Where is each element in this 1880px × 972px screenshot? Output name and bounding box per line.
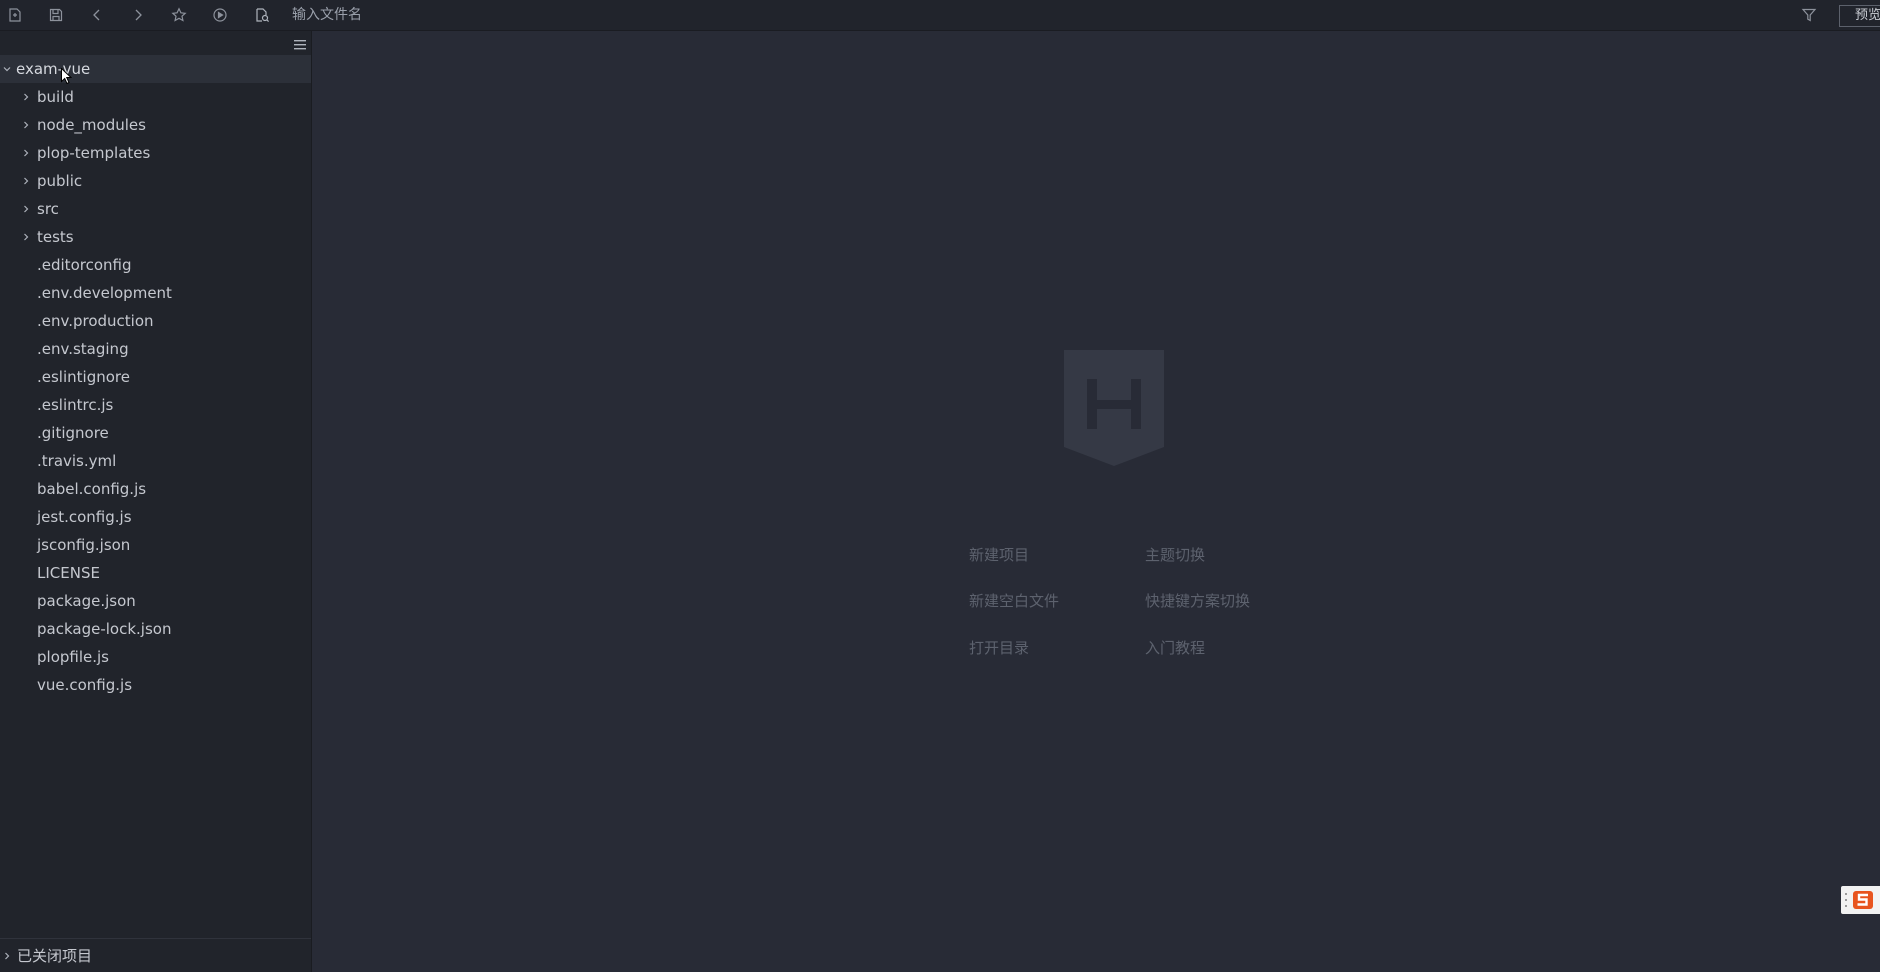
tree-file[interactable]: .env.development: [0, 279, 311, 307]
tree-label: public: [37, 172, 83, 190]
preview-button[interactable]: 预览: [1839, 5, 1880, 27]
tree-label: .editorconfig: [37, 256, 132, 274]
tree-file[interactable]: package-lock.json: [0, 615, 311, 643]
theme-switch-link[interactable]: 主题切换: [1145, 544, 1205, 565]
tree-file[interactable]: .env.production: [0, 307, 311, 335]
tree-label: LICENSE: [37, 564, 100, 582]
tree-label: .travis.yml: [37, 452, 117, 470]
chevron-right-icon[interactable]: [20, 83, 32, 111]
tree-label: tests: [37, 228, 74, 246]
tree-label: .gitignore: [37, 424, 109, 442]
tree-label: plopfile.js: [37, 648, 109, 666]
input-method-icon[interactable]: [1841, 886, 1880, 914]
tree-label: package-lock.json: [37, 620, 172, 638]
tree-file[interactable]: .gitignore: [0, 419, 311, 447]
filter-icon[interactable]: [1797, 3, 1821, 27]
tree-label: plop-templates: [37, 144, 151, 162]
chevron-right-icon[interactable]: [20, 111, 32, 139]
tree-file[interactable]: .editorconfig: [0, 251, 311, 279]
tree-file[interactable]: vue.config.js: [0, 671, 311, 699]
tree-label: .env.staging: [37, 340, 129, 358]
new-project-link[interactable]: 新建项目: [969, 544, 1029, 565]
editor-window: 预览 exam-vue bu: [0, 0, 1880, 972]
chevron-right-icon[interactable]: [20, 195, 32, 223]
tree-folder[interactable]: tests: [0, 223, 311, 251]
tree-label: jsconfig.json: [37, 536, 131, 554]
tree-folder[interactable]: node_modules: [0, 111, 311, 139]
project-sidebar: exam-vue build node_modules plop-templat…: [0, 31, 312, 972]
tree-file[interactable]: LICENSE: [0, 559, 311, 587]
tree-label: .eslintrc.js: [37, 396, 114, 414]
chevron-right-icon[interactable]: [1, 939, 13, 972]
chevron-right-icon[interactable]: [20, 139, 32, 167]
tree-file[interactable]: jsconfig.json: [0, 531, 311, 559]
forward-icon[interactable]: [126, 3, 150, 27]
tree-folder[interactable]: plop-templates: [0, 139, 311, 167]
save-icon[interactable]: [44, 3, 68, 27]
tree-label: vue.config.js: [37, 676, 133, 694]
filename-input[interactable]: [284, 4, 1800, 26]
chevron-down-icon[interactable]: [1, 55, 13, 83]
tree-file[interactable]: babel.config.js: [0, 475, 311, 503]
tree-file[interactable]: jest.config.js: [0, 503, 311, 531]
tree-folder[interactable]: src: [0, 195, 311, 223]
tree-label: jest.config.js: [37, 508, 132, 526]
tree-label: .env.development: [37, 284, 172, 302]
chevron-right-icon[interactable]: [20, 223, 32, 251]
new-file-icon[interactable]: [3, 3, 27, 27]
tree-label: babel.config.js: [37, 480, 147, 498]
tree-file[interactable]: .travis.yml: [0, 447, 311, 475]
tree-label: build: [37, 88, 74, 106]
tree-label: .env.production: [37, 312, 154, 330]
tree-file[interactable]: .eslintignore: [0, 363, 311, 391]
star-icon[interactable]: [167, 3, 191, 27]
tree-folder[interactable]: public: [0, 167, 311, 195]
run-icon[interactable]: [208, 3, 232, 27]
tree-file[interactable]: .eslintrc.js: [0, 391, 311, 419]
hbuilder-logo-icon: [1064, 350, 1164, 470]
closed-projects-section[interactable]: 已关闭项目: [0, 938, 311, 972]
tree-folder[interactable]: build: [0, 83, 311, 111]
closed-projects-label: 已关闭项目: [17, 947, 93, 965]
new-blank-file-link[interactable]: 新建空白文件: [969, 590, 1059, 611]
tree-label: src: [37, 200, 59, 218]
tree-label: .eslintignore: [37, 368, 130, 386]
project-name: exam-vue: [16, 60, 91, 78]
open-directory-link[interactable]: 打开目录: [969, 637, 1029, 658]
preview-file-icon[interactable]: [250, 3, 274, 27]
back-icon[interactable]: [85, 3, 109, 27]
chevron-right-icon[interactable]: [20, 167, 32, 195]
tree-label: package.json: [37, 592, 136, 610]
tutorial-link[interactable]: 入门教程: [1145, 637, 1205, 658]
project-tree: exam-vue build node_modules plop-templat…: [0, 55, 311, 699]
toolbar: 预览: [0, 0, 1880, 31]
tree-label: node_modules: [37, 116, 146, 134]
tree-root-project[interactable]: exam-vue: [0, 55, 311, 85]
welcome-area: 新建项目 主题切换 新建空白文件 快捷键方案切换 打开目录 入门教程: [312, 31, 1880, 972]
keymap-switch-link[interactable]: 快捷键方案切换: [1145, 590, 1250, 611]
collapse-menu-icon[interactable]: [292, 37, 308, 51]
tree-file[interactable]: plopfile.js: [0, 643, 311, 671]
tree-file[interactable]: .env.staging: [0, 335, 311, 363]
tree-file[interactable]: package.json: [0, 587, 311, 615]
